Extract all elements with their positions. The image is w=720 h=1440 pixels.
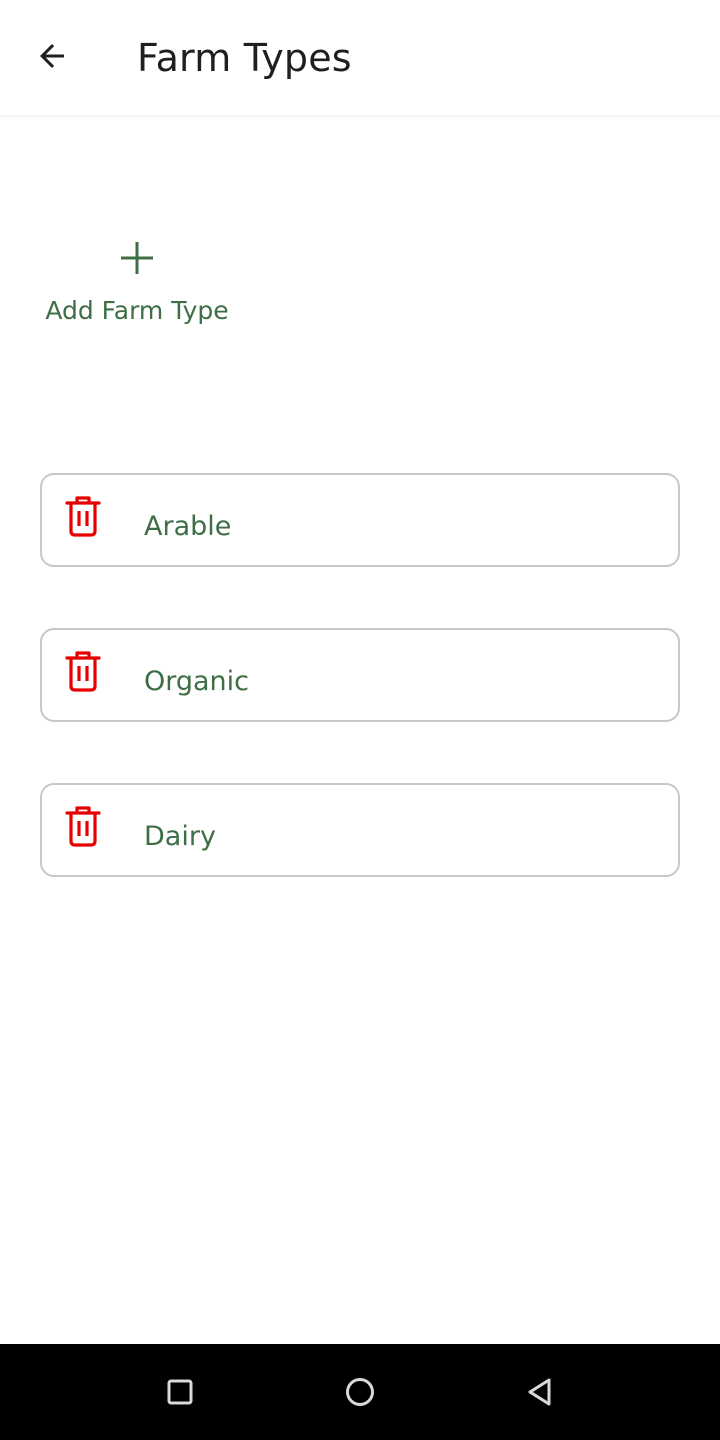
farm-type-card[interactable]: Arable: [40, 473, 680, 567]
delete-button[interactable]: [62, 495, 104, 537]
trash-icon: [65, 806, 101, 847]
farm-type-card[interactable]: Dairy: [40, 783, 680, 877]
app-bar: Farm Types: [0, 0, 720, 116]
delete-button[interactable]: [62, 805, 104, 847]
home-button[interactable]: [336, 1368, 384, 1416]
back-triangle-icon: [528, 1378, 551, 1406]
delete-button[interactable]: [62, 650, 104, 692]
system-nav-bar: [0, 1344, 720, 1440]
plus-icon: [121, 242, 153, 274]
system-back-button[interactable]: [516, 1368, 564, 1416]
farm-type-name: Organic: [144, 666, 250, 697]
farm-type-name: Dairy: [144, 821, 216, 852]
recent-apps-icon: [167, 1379, 193, 1405]
add-farm-type-label: Add Farm Type: [45, 296, 229, 325]
add-farm-type-button[interactable]: Add Farm Type: [40, 228, 234, 338]
farm-type-card[interactable]: Organic: [40, 628, 680, 722]
back-button[interactable]: [18, 22, 86, 90]
arrow-left-icon: [40, 44, 64, 68]
recent-apps-button[interactable]: [156, 1368, 204, 1416]
home-icon: [346, 1378, 374, 1406]
farm-type-name: Arable: [144, 511, 232, 542]
page-title: Farm Types: [137, 36, 352, 80]
trash-icon: [65, 496, 101, 537]
trash-icon: [65, 651, 101, 692]
